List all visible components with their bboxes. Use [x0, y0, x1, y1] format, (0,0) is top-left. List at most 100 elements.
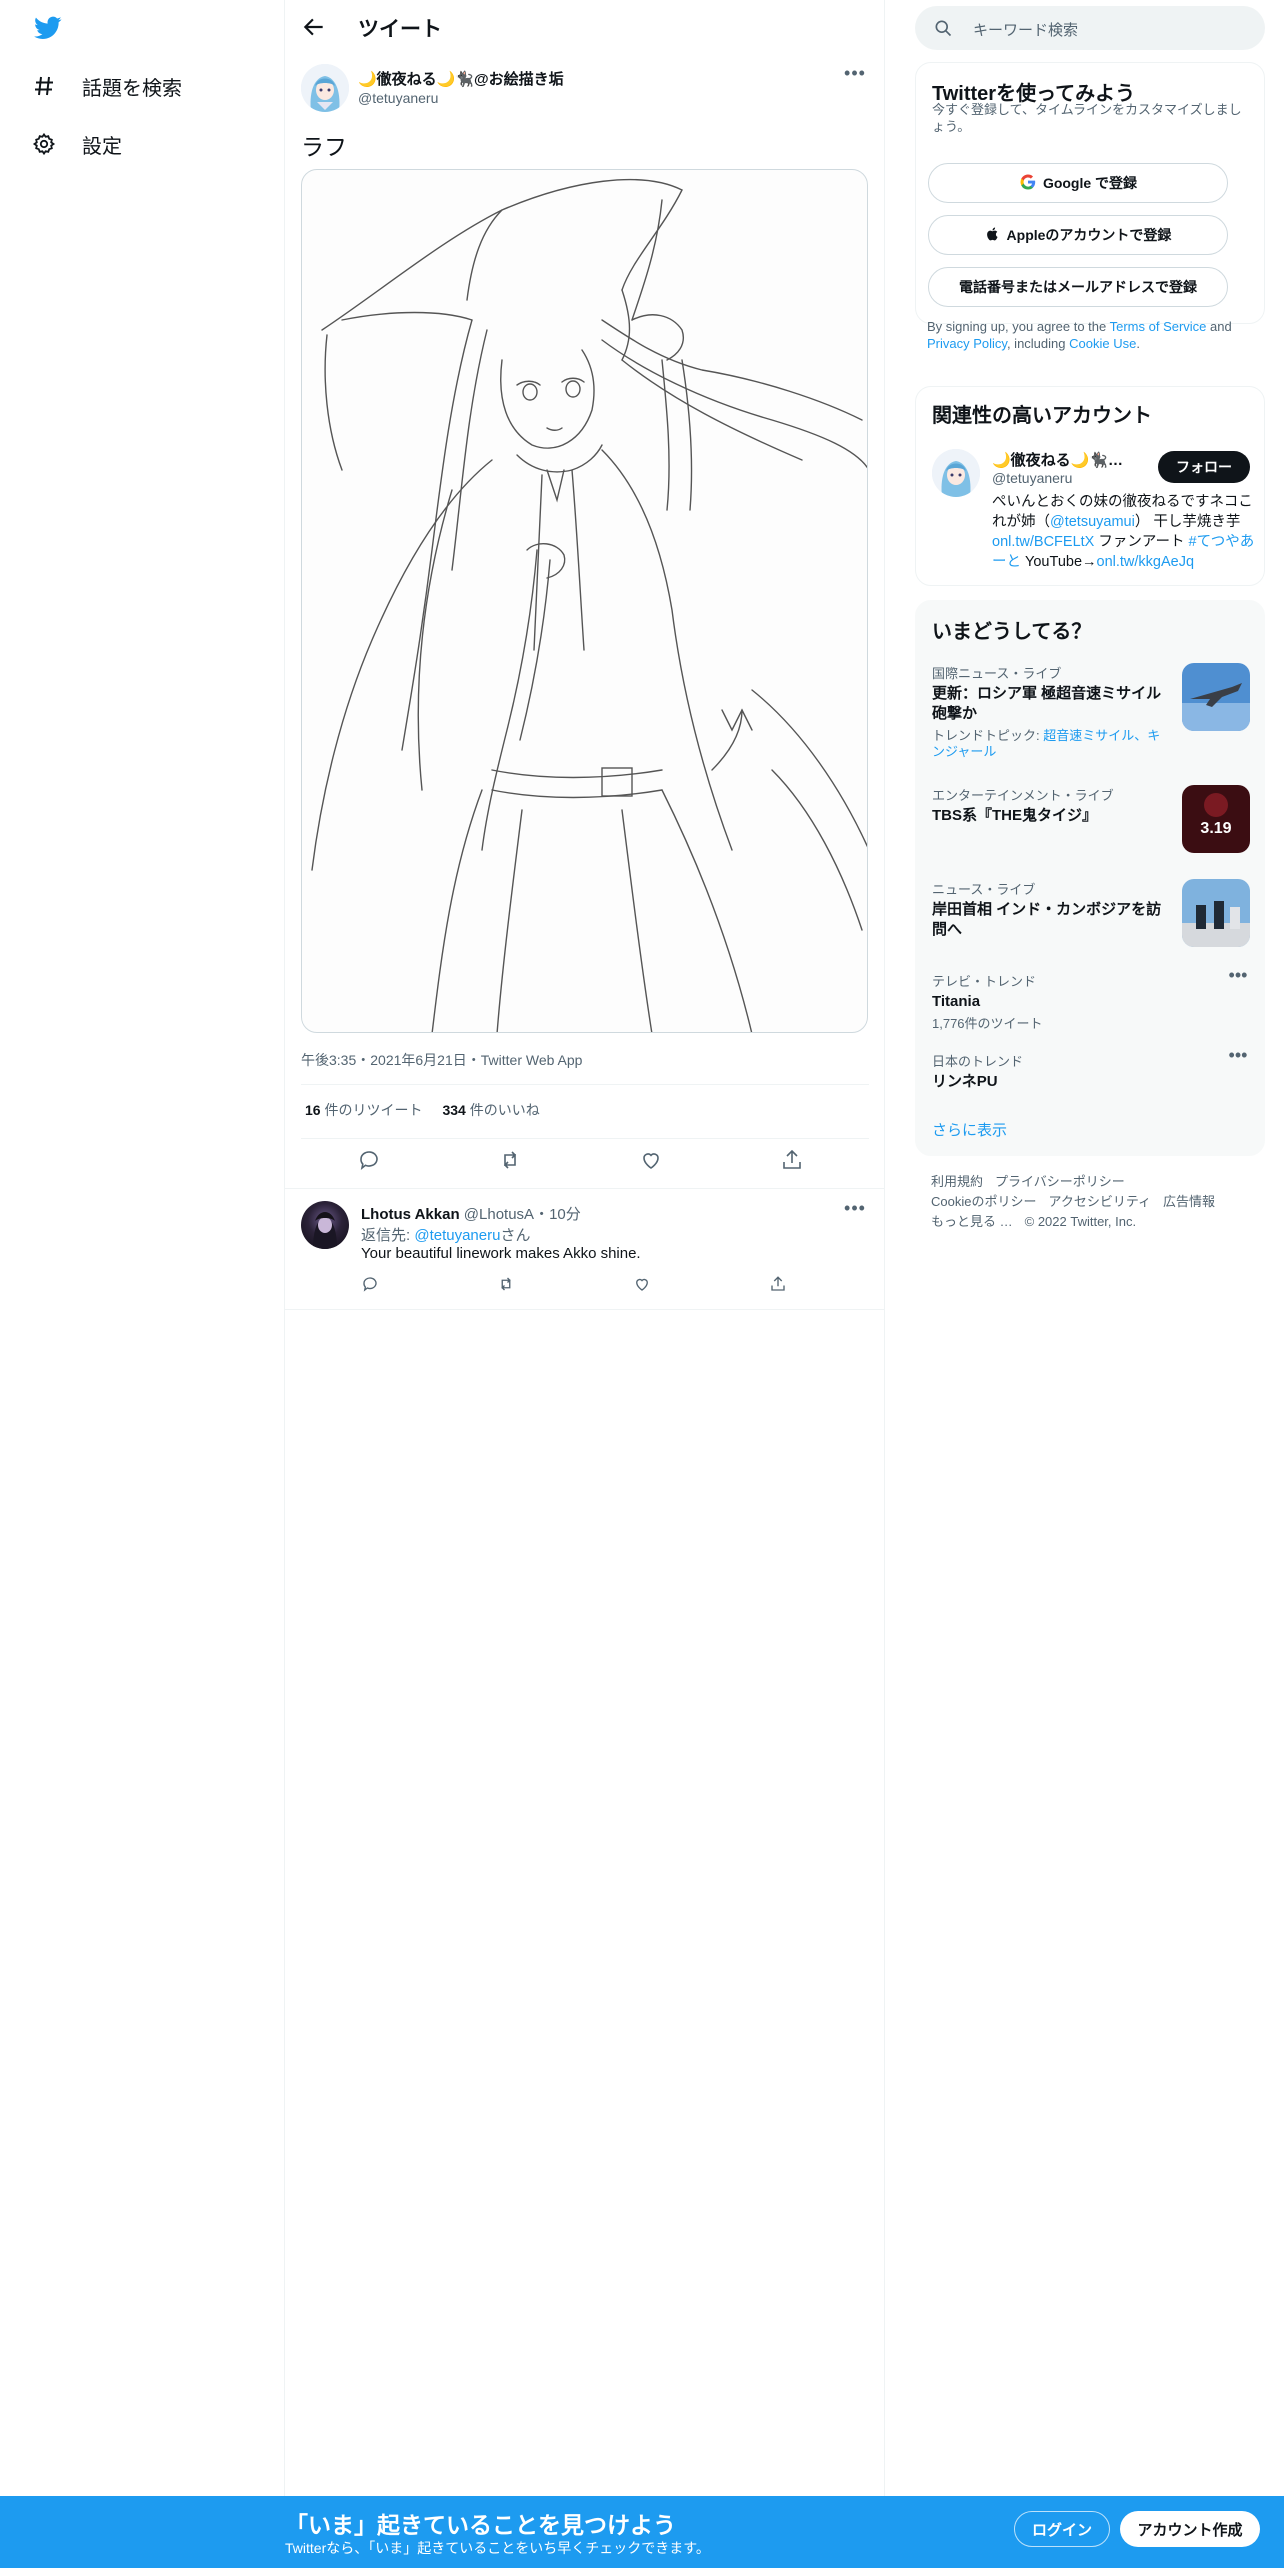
more-options-icon[interactable]: •••: [1226, 1046, 1250, 1065]
header: ツイート: [285, 0, 885, 54]
terms-text: and: [1206, 319, 1232, 334]
footer-link[interactable]: 広告情報: [1163, 1194, 1215, 1209]
back-arrow-icon[interactable]: [301, 14, 327, 40]
more-options-icon[interactable]: •••: [843, 64, 867, 88]
twitter-logo-icon[interactable]: [32, 14, 64, 42]
bio-mention-link[interactable]: @tetsuyamui: [1050, 514, 1135, 530]
reply-to-prefix: 返信先:: [361, 1227, 415, 1244]
bio-text: YouTube→: [1021, 554, 1097, 570]
search-icon: [933, 18, 953, 38]
trend-category: テレビ・トレンド: [932, 974, 1037, 989]
more-options-icon[interactable]: •••: [843, 1199, 867, 1223]
bio-link[interactable]: onl.tw/BCFELtX: [992, 534, 1094, 550]
footer-link[interactable]: 利用規約: [931, 1174, 983, 1189]
trend-thumbnail-text: 3.19: [1200, 820, 1231, 837]
tweet-media-image[interactable]: [301, 169, 868, 1033]
footer-link[interactable]: Cookieのポリシー: [931, 1194, 1036, 1209]
like-heart-icon[interactable]: [639, 1148, 665, 1174]
trend-title: リンネPU: [932, 1073, 998, 1090]
trend-topic-prefix: トレンドトピック:: [932, 728, 1044, 743]
bio-link[interactable]: onl.tw/kkgAeJq: [1097, 554, 1195, 570]
share-icon[interactable]: [769, 1275, 789, 1295]
retweet-icon[interactable]: [498, 1148, 524, 1174]
tweet-text: ラフ: [301, 134, 347, 160]
bio-text: ファンアート: [1094, 534, 1189, 550]
phone-email-signup-button[interactable]: 電話番号またはメールアドレスで登録: [928, 267, 1228, 307]
trend-title: 更新：ロシア軍 極超音速ミサイル砲撃か: [932, 685, 1162, 722]
tweet-author: 🌙徹夜ねる🌙🐈‍⬛@お絵描き垢 @tetuyaneru •••: [301, 64, 869, 114]
like-heart-icon[interactable]: [633, 1275, 653, 1295]
signup-terms: By signing up, you agree to the Terms of…: [927, 318, 1253, 352]
divider: [301, 1084, 869, 1085]
privacy-policy-link[interactable]: Privacy Policy: [927, 336, 1007, 351]
more-options-icon[interactable]: •••: [1226, 966, 1250, 985]
trend-category: ニュース・ライブ: [932, 882, 1036, 897]
apple-signup-button[interactable]: Appleのアカウントで登録: [928, 215, 1228, 255]
like-label: 件のいいね: [465, 1102, 540, 1118]
related-accounts-card: 関連性の高いアカウント 🌙徹夜ねる🌙🐈‍⬛@お絵描き垢 @tetuyaneru …: [915, 386, 1265, 586]
footer-link[interactable]: アクセシビリティ: [1048, 1194, 1151, 1209]
bottom-bar-title: 「いま」起きていることを見つけよう: [285, 2512, 676, 2538]
search-input[interactable]: キーワード検索: [973, 19, 1078, 40]
trend-item[interactable]: テレビ・トレンド Titania 1,776件のツイート •••: [932, 966, 1250, 1031]
trend-item[interactable]: ニュース・ライブ 岸田首相 インド・カンボジアを訪問へ: [932, 879, 1250, 949]
trend-item[interactable]: エンターテインメント・ライブ TBS系『THE鬼タイジ』 3.19: [932, 785, 1250, 855]
footer-link[interactable]: もっと見る …: [931, 1214, 1013, 1229]
trend-thumbnail: 3.19: [1182, 785, 1250, 853]
footer-link[interactable]: プライバシーポリシー: [995, 1174, 1125, 1189]
tweet-timestamp[interactable]: 午後3:35・2021年6月21日・Twitter Web App: [301, 1050, 582, 1070]
copyright: © 2022 Twitter, Inc.: [1024, 1214, 1137, 1229]
nav-item-label: 話題を検索: [82, 77, 182, 100]
cookie-use-link[interactable]: Cookie Use: [1069, 336, 1136, 351]
show-more-link[interactable]: さらに表示: [932, 1119, 1007, 1140]
reply-to-suffix: さん: [500, 1227, 531, 1244]
tweet-stats: 16 件のリツイート 334 件のいいね: [305, 1100, 540, 1120]
trend-category: 国際ニュース・ライブ: [932, 666, 1062, 681]
trends-card: いまどうしてる？ 国際ニュース・ライブ 更新：ロシア軍 極超音速ミサイル砲撃か …: [915, 600, 1265, 1156]
nav-item-explore[interactable]: 話題を検索: [30, 66, 182, 106]
trend-item[interactable]: 日本のトレンド リンネPU •••: [932, 1046, 1250, 1091]
like-stat[interactable]: 334 件のいいね: [442, 1100, 539, 1120]
tweet-detail-column: ツイート 🌙徹夜ねる🌙🐈‍⬛@お絵描き垢 @tetuyaneru ••• ラフ: [285, 0, 885, 2500]
trend-tweet-count: 1,776件のツイート: [932, 1016, 1043, 1031]
author-name[interactable]: 🌙徹夜ねる🌙🐈‍⬛@お絵描き垢: [358, 68, 564, 89]
related-account-handle[interactable]: @tetuyaneru: [992, 470, 1072, 486]
terms-text: By signing up, you agree to the: [927, 319, 1110, 334]
reply-handle-time[interactable]: @LhotusA・10分: [464, 1206, 581, 1223]
terms-text: , including: [1006, 336, 1070, 351]
trend-title: 岸田首相 インド・カンボジアを訪問へ: [932, 901, 1162, 938]
trend-category: 日本のトレンド: [932, 1054, 1024, 1069]
trend-item[interactable]: 国際ニュース・ライブ 更新：ロシア軍 極超音速ミサイル砲撃か トレンドトピック:…: [932, 663, 1250, 773]
bottom-signup-bar: 「いま」起きていることを見つけよう Twitterなら、「いま」起きていることを…: [0, 2496, 1284, 2568]
trend-title: TBS系『THE鬼タイジ』: [932, 807, 1098, 824]
google-signup-button[interactable]: Google で登録: [928, 163, 1228, 203]
avatar[interactable]: [932, 449, 980, 497]
create-account-button[interactable]: アカウント作成: [1120, 2511, 1260, 2547]
bio-text: ） 干し芋焼き芋: [1134, 514, 1241, 530]
reply-to-mention[interactable]: @tetuyaneru: [414, 1227, 500, 1244]
reply-author-name[interactable]: Lhotus Akkan: [361, 1206, 460, 1223]
reply-tweet[interactable]: Lhotus Akkan @LhotusA・10分 返信先: @tetuyane…: [285, 1188, 885, 1310]
gear-icon: [30, 130, 58, 158]
related-account-name[interactable]: 🌙徹夜ねる🌙🐈‍⬛@お絵描き垢: [992, 449, 1132, 470]
retweet-icon[interactable]: [497, 1275, 517, 1295]
trends-title: いまどうしてる？: [932, 621, 1092, 643]
avatar[interactable]: [301, 1201, 349, 1249]
footer-links: 利用規約 プライバシーポリシー Cookieのポリシー アクセシビリティ 広告情報 も…: [931, 1172, 1251, 1232]
share-icon[interactable]: [780, 1148, 806, 1174]
terms-of-service-link[interactable]: Terms of Service: [1110, 319, 1207, 334]
bottom-bar-subtitle: Twitterなら、「いま」起きていることをいち早くチェックできます。: [285, 2540, 710, 2556]
reply-icon[interactable]: [357, 1148, 383, 1174]
login-button[interactable]: ログイン: [1014, 2511, 1110, 2547]
hashtag-icon: [30, 72, 58, 100]
reply-icon[interactable]: [361, 1275, 381, 1295]
reply-text: Your beautiful linework makes Akko shine…: [361, 1245, 641, 1262]
nav-item-settings[interactable]: 設定: [30, 124, 122, 164]
avatar[interactable]: [301, 64, 349, 112]
author-handle[interactable]: @tetuyaneru: [358, 90, 438, 106]
nav-item-label: 設定: [82, 135, 122, 158]
retweet-stat[interactable]: 16 件のリツイート: [305, 1100, 422, 1120]
follow-button[interactable]: フォロー: [1158, 451, 1250, 483]
search-bar[interactable]: キーワード検索: [915, 6, 1265, 50]
